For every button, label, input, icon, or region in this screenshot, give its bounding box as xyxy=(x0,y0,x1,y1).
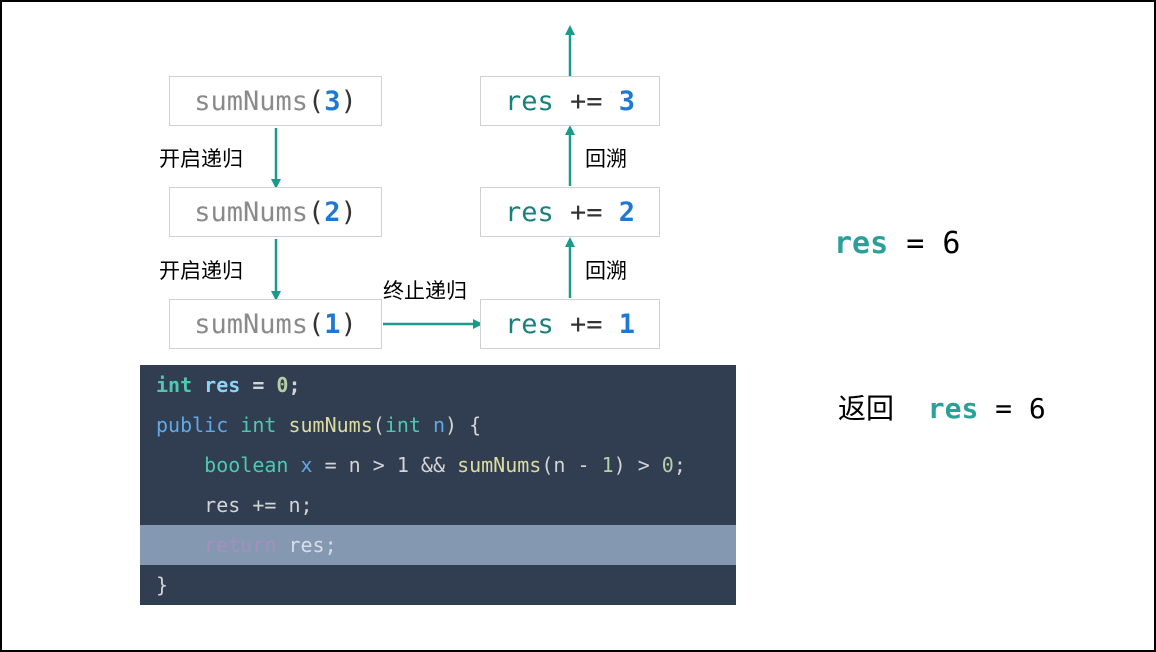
res-value: 1 xyxy=(618,308,636,340)
call-arg: 1 xyxy=(324,308,341,340)
call-fn: sumNums xyxy=(194,196,308,228)
code-token: } xyxy=(156,573,169,597)
res-keyword: res xyxy=(504,308,554,340)
recurse-label-1: 开启递归 xyxy=(159,147,243,171)
code-line-2: public int sumNums(int n) { xyxy=(140,405,736,445)
code-token: return xyxy=(204,533,277,557)
code-token: = n > 1 && xyxy=(312,453,458,477)
result-keyword: res xyxy=(927,392,979,425)
code-token: 1 xyxy=(601,453,614,477)
code-token: 0 xyxy=(276,373,289,397)
res-box-1: res += 1 xyxy=(480,299,660,349)
code-token: res += n; xyxy=(204,493,313,517)
call-paren-open: ( xyxy=(308,308,325,340)
result-equals: = xyxy=(888,226,943,261)
call-box-1: sumNums(1) xyxy=(169,299,382,349)
code-token: res xyxy=(204,373,241,397)
call-paren-open: ( xyxy=(308,85,325,117)
code-token: ; xyxy=(673,453,686,477)
backtrack-label-2: 回溯 xyxy=(585,147,627,171)
code-token: int xyxy=(240,413,277,437)
code-token: (n - xyxy=(541,453,602,477)
terminate-label: 终止递归 xyxy=(383,279,467,303)
code-line-6: } xyxy=(140,565,736,605)
result-equals: = xyxy=(978,392,1029,425)
res-box-3: res += 3 xyxy=(480,76,660,126)
code-token: int xyxy=(384,413,421,437)
result-value: 6 xyxy=(942,226,961,261)
result-value: 6 xyxy=(1028,392,1046,425)
call-arg: 2 xyxy=(324,196,341,228)
res-keyword: res xyxy=(504,196,554,228)
res-operator: += xyxy=(553,308,619,340)
call-box-3: sumNums(3) xyxy=(169,76,382,126)
code-line-4: res += n; xyxy=(140,485,736,525)
backtrack-label-1: 回溯 xyxy=(585,259,627,283)
code-token: int xyxy=(156,373,193,397)
res-keyword: res xyxy=(504,85,554,117)
call-fn: sumNums xyxy=(194,308,308,340)
code-line-3: boolean x = n > 1 && sumNums(n - 1) > 0; xyxy=(140,445,736,485)
code-token: ) > xyxy=(613,453,662,477)
code-token: ; xyxy=(288,373,301,397)
code-token: ( xyxy=(372,413,385,437)
code-token: sumNums xyxy=(457,453,542,477)
code-token: ) { xyxy=(445,413,482,437)
result-main: res = 6 xyxy=(834,226,960,261)
res-box-2: res += 2 xyxy=(480,187,660,237)
code-token: 0 xyxy=(661,453,674,477)
res-operator: += xyxy=(553,85,619,117)
code-token: sumNums xyxy=(288,413,373,437)
call-paren-close: ) xyxy=(340,85,357,117)
result-return: 返回 res = 6 xyxy=(838,387,1046,427)
call-paren-close: ) xyxy=(340,308,357,340)
code-token: public xyxy=(156,413,229,437)
result-spacer xyxy=(894,392,928,425)
res-value: 3 xyxy=(618,85,636,117)
code-line-5-highlighted: return res; xyxy=(140,525,736,565)
result-return-prefix: 返回 xyxy=(838,392,895,425)
code-token: n xyxy=(432,413,446,437)
code-token: x xyxy=(300,453,313,477)
res-operator: += xyxy=(553,196,619,228)
code-line-1: int res = 0; xyxy=(140,365,736,405)
call-paren-open: ( xyxy=(308,196,325,228)
call-fn: sumNums xyxy=(194,85,308,117)
code-token: res; xyxy=(276,533,337,557)
call-arg: 3 xyxy=(324,85,341,117)
call-paren-close: ) xyxy=(340,196,357,228)
code-block: int res = 0; public int sumNums(int n) {… xyxy=(140,365,736,605)
code-token: = xyxy=(240,373,277,397)
recurse-label-2: 开启递归 xyxy=(159,259,243,283)
result-keyword: res xyxy=(834,226,889,261)
res-value: 2 xyxy=(618,196,636,228)
code-token: boolean xyxy=(204,453,289,477)
call-box-2: sumNums(2) xyxy=(169,187,382,237)
